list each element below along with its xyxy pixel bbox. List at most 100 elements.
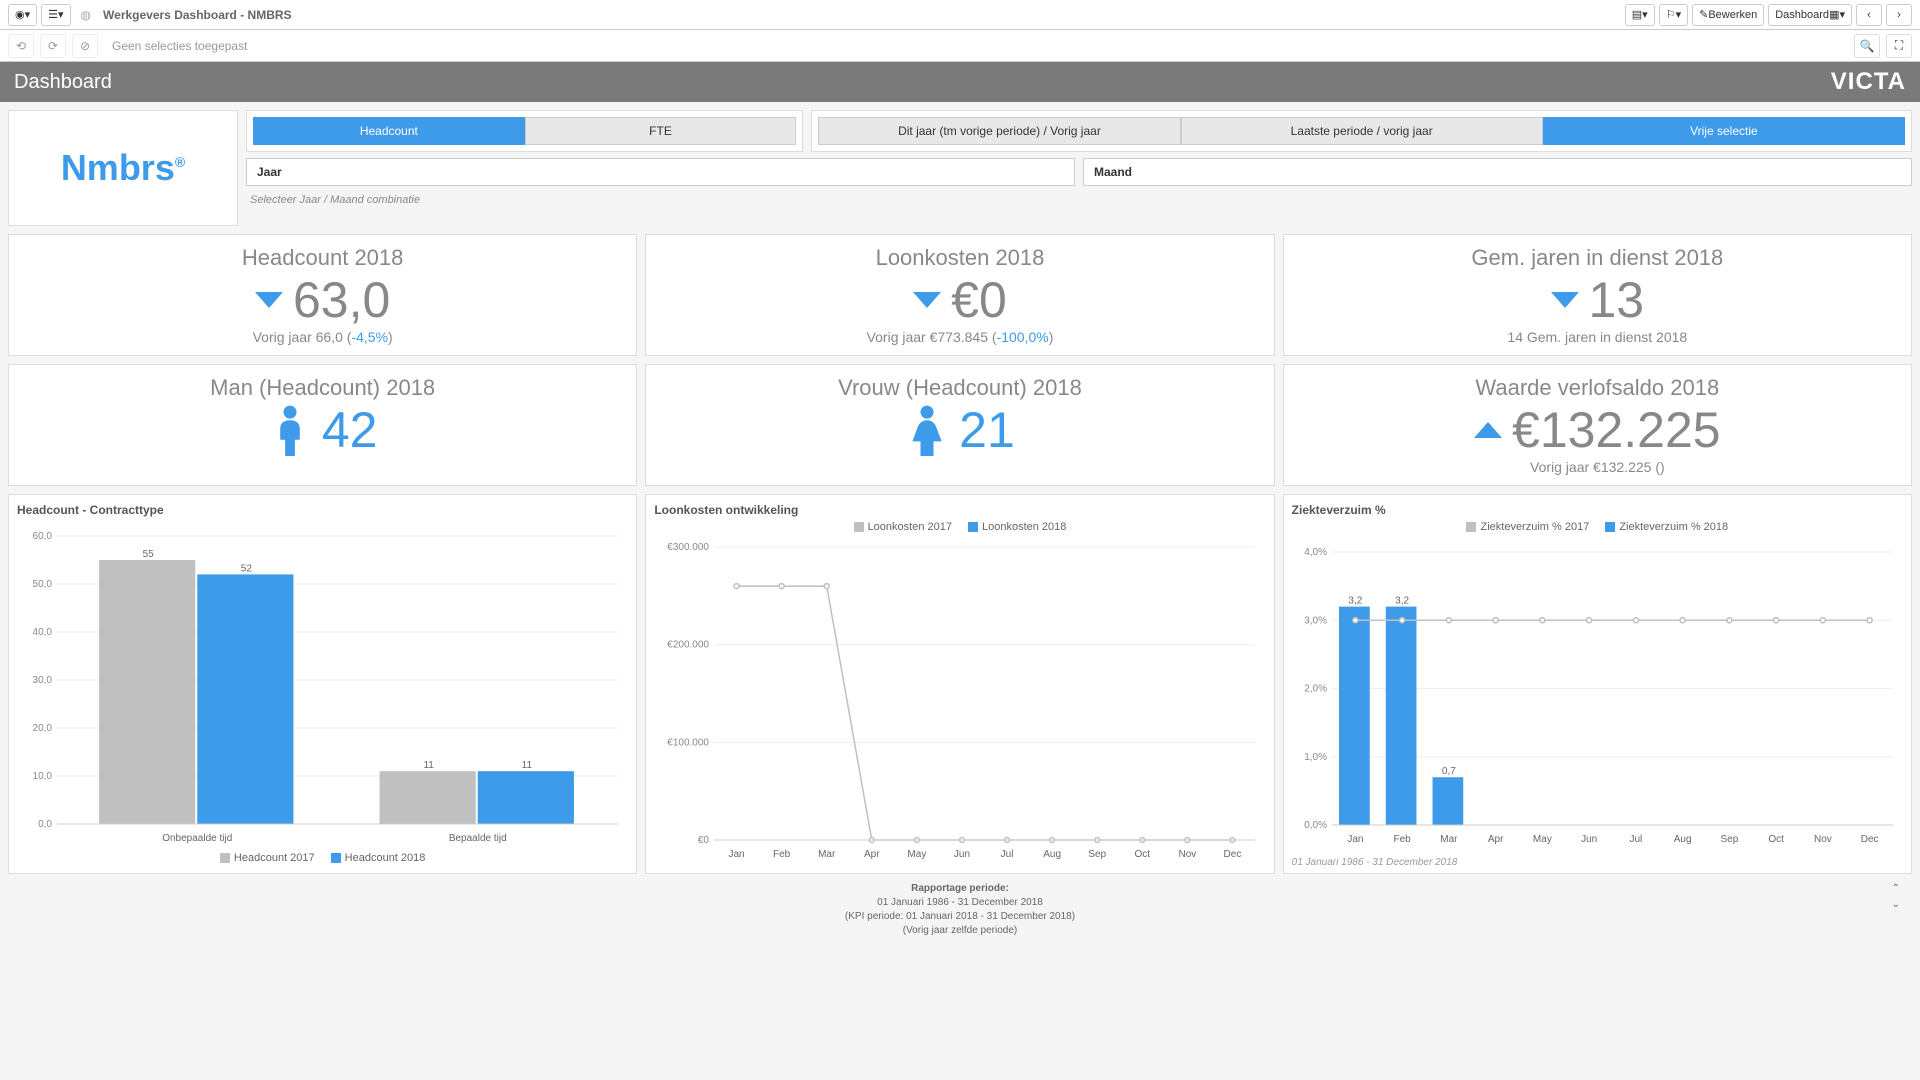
dashboard-button[interactable]: Dashboard ▦ ▾ [1768, 4, 1852, 26]
kpi-title: Headcount 2018 [19, 245, 626, 271]
sel-back-button[interactable]: ⟲ [8, 34, 34, 58]
selbar-right: 🔍 ⛶ [1854, 34, 1912, 58]
page-header: Dashboard VICTA [0, 62, 1920, 102]
edit-label: Bewerken [1708, 9, 1757, 21]
ziekte-chart-card: Ziekteverzuim % Ziekteverzuim % 2017Ziek… [1283, 494, 1912, 874]
svg-text:Onbepaalde tijd: Onbepaalde tijd [162, 833, 232, 844]
svg-text:Dec: Dec [1224, 849, 1242, 860]
period-tabs: Dit jaar (tm vorige periode) / Vorig jaa… [811, 110, 1912, 152]
legend-swatch [1605, 522, 1615, 532]
scroll-indicator[interactable]: ⌃ ⌄ [1892, 882, 1900, 912]
kpi-sub: 14 Gem. jaren in dienst 2018 [1294, 329, 1901, 345]
edit-button[interactable]: ✎ Bewerken [1692, 4, 1764, 26]
kpi-value: 63,0 [19, 271, 626, 329]
kpi-title: Man (Headcount) 2018 [19, 375, 626, 401]
compass-icon: ◉ [15, 8, 25, 21]
legend-label: Loonkosten 2017 [868, 521, 952, 533]
kpi-value: 13 [1294, 271, 1901, 329]
chevron-right-icon: › [1897, 9, 1901, 21]
svg-text:€0: €0 [698, 835, 710, 846]
svg-text:€200.000: €200.000 [668, 640, 710, 651]
svg-text:Oct: Oct [1768, 834, 1784, 845]
metric-tab-1[interactable]: FTE [525, 117, 797, 145]
sel-clear-button[interactable]: ⊘ [72, 34, 98, 58]
svg-text:Aug: Aug [1673, 834, 1691, 845]
list-button[interactable]: ☰ ▾ [41, 4, 70, 26]
svg-text:Bepaalde tijd: Bepaalde tijd [449, 833, 507, 844]
svg-text:May: May [908, 849, 927, 860]
svg-text:0,0: 0,0 [38, 819, 52, 830]
svg-text:Jun: Jun [1581, 834, 1597, 845]
svg-text:52: 52 [241, 563, 253, 574]
month-filter[interactable]: Maand [1083, 158, 1912, 186]
filters-row: Jaar Maand [246, 158, 1912, 186]
svg-text:Aug: Aug [1044, 849, 1062, 860]
svg-text:60,0: 60,0 [33, 531, 53, 542]
grid-icon: ▦ [1829, 8, 1839, 21]
svg-text:0,0%: 0,0% [1304, 820, 1327, 831]
svg-text:Mar: Mar [1440, 834, 1458, 845]
svg-text:Mar: Mar [818, 849, 836, 860]
content: Nmbrs® HeadcountFTE Dit jaar (tm vorige … [0, 102, 1920, 946]
contract-legend: Headcount 2017Headcount 2018 [17, 852, 628, 864]
prev-button[interactable]: ‹ [1856, 4, 1882, 26]
selections-tool-button[interactable]: ⛶ [1886, 34, 1912, 58]
metric-tabs: HeadcountFTE [246, 110, 803, 152]
svg-text:May: May [1533, 834, 1552, 845]
search-button[interactable]: 🔍 [1854, 34, 1880, 58]
loon-chart-card: Loonkosten ontwikkeling Loonkosten 2017L… [645, 494, 1274, 874]
clear-icon: ⊘ [80, 39, 90, 53]
svg-text:€300.000: €300.000 [668, 542, 710, 553]
legend-item: Loonkosten 2017 [854, 521, 952, 533]
compass-button[interactable]: ◉ ▾ [8, 4, 37, 26]
trend-down-icon [255, 292, 283, 308]
logo-card: Nmbrs® [8, 110, 238, 226]
sel-fwd-button[interactable]: ⟳ [40, 34, 66, 58]
kpi-card-2: Gem. jaren in dienst 2018 13 14 Gem. jar… [1283, 234, 1912, 356]
ziekte-chart-title: Ziekteverzuim % [1292, 503, 1903, 517]
trend-down-icon [913, 292, 941, 308]
svg-text:Nov: Nov [1179, 849, 1197, 860]
kpi-sub: Vorig jaar €773.845 (-100,0%) [656, 329, 1263, 345]
bookmark-button[interactable]: ⚐ ▾ [1659, 4, 1688, 26]
kpi-row-2: Man (Headcount) 2018 42 Vrouw (Headcount… [8, 364, 1912, 486]
svg-text:€100.000: €100.000 [668, 737, 710, 748]
next-button[interactable]: › [1886, 4, 1912, 26]
dashboard-label: Dashboard [1775, 9, 1829, 21]
no-selections-text: Geen selecties toegepast [112, 39, 247, 53]
chevron-down-icon: ⌄ [1892, 898, 1900, 912]
svg-text:50,0: 50,0 [33, 579, 53, 590]
legend-label: Headcount 2018 [345, 852, 426, 864]
topbar-left: ◉ ▾ ☰ ▾ ◍ Werkgevers Dashboard - NMBRS [8, 4, 292, 26]
nmbrs-logo: Nmbrs® [61, 147, 185, 189]
contract-chart-card: Headcount - Contracttype 0,010,020,030,0… [8, 494, 637, 874]
presentation-icon: ▤ [1632, 8, 1642, 21]
svg-text:Jul: Jul [1629, 834, 1642, 845]
page-title: Dashboard [14, 71, 112, 94]
svg-text:11: 11 [423, 760, 434, 771]
svg-text:Nov: Nov [1814, 834, 1832, 845]
year-filter[interactable]: Jaar [246, 158, 1075, 186]
period-tab-0[interactable]: Dit jaar (tm vorige periode) / Vorig jaa… [818, 117, 1180, 145]
back-icon: ⟲ [16, 39, 26, 53]
app-title: Werkgevers Dashboard - NMBRS [103, 8, 292, 22]
legend-label: Loonkosten 2018 [982, 521, 1066, 533]
svg-text:3,0%: 3,0% [1304, 615, 1327, 626]
bookmark-icon: ⚐ [1666, 8, 1676, 21]
svg-text:Apr: Apr [864, 849, 880, 860]
present-button[interactable]: ▤ ▾ [1625, 4, 1655, 26]
kpi2-card-2: Waarde verlofsaldo 2018 €132.225 Vorig j… [1283, 364, 1912, 486]
legend-swatch [968, 522, 978, 532]
legend-item: Ziekteverzuim % 2018 [1605, 521, 1728, 533]
svg-text:Jan: Jan [729, 849, 745, 860]
selection-bar: ⟲ ⟳ ⊘ Geen selecties toegepast 🔍 ⛶ [0, 30, 1920, 62]
period-tab-1[interactable]: Laatste periode / vorig jaar [1181, 117, 1543, 145]
svg-text:Sep: Sep [1089, 849, 1107, 860]
metric-tab-0[interactable]: Headcount [253, 117, 525, 145]
footer-l1: Rapportage periode: [911, 883, 1009, 894]
config-row: Nmbrs® HeadcountFTE Dit jaar (tm vorige … [8, 110, 1912, 226]
svg-text:20,0: 20,0 [33, 723, 53, 734]
ziekte-legend: Ziekteverzuim % 2017Ziekteverzuim % 2018 [1292, 521, 1903, 533]
kpi-title: Gem. jaren in dienst 2018 [1294, 245, 1901, 271]
period-tab-2[interactable]: Vrije selectie [1543, 117, 1905, 145]
